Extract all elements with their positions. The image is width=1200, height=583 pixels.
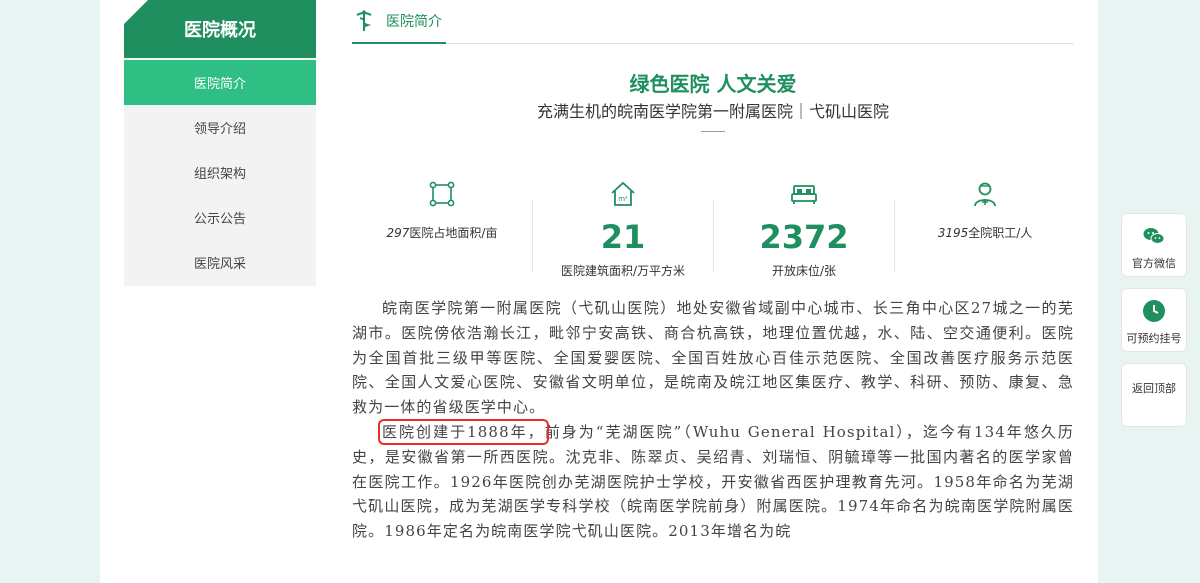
wechat-icon: [1143, 228, 1165, 244]
section-divider: [352, 43, 1074, 44]
stat-staff: 3195全院职工/人: [895, 180, 1075, 280]
intro-article: 皖南医学院第一附属医院（弋矶山医院）地处安徽省域副中心城市、长三角中心区27城之…: [352, 296, 1074, 544]
stat-staff-number: 3195: [937, 226, 969, 240]
stat-building-label: 医院建筑面积/万平方米: [560, 264, 686, 278]
stat-beds-number: 2372: [759, 218, 849, 256]
sidebar-item-hospital-intro[interactable]: 医院简介: [124, 60, 316, 105]
stat-staff-label: 3195全院职工/人: [895, 224, 1075, 241]
sidebar-item-gallery[interactable]: 医院风采: [124, 240, 316, 285]
area-icon: [429, 181, 455, 207]
stat-area-label: 297医院占地面积/亩: [352, 224, 532, 241]
stat-area: 297医院占地面积/亩: [352, 180, 532, 280]
doctor-icon: [974, 182, 996, 207]
intro-paragraph-1: 皖南医学院第一附属医院（弋矶山医院）地处安徽省域副中心城市、长三角中心区27城之…: [352, 299, 1074, 417]
svg-text:m²: m²: [618, 195, 628, 203]
sidebar-title: 医院概况: [124, 0, 316, 58]
stat-area-number: 297: [386, 226, 410, 240]
section-header: 医院简介: [352, 0, 446, 44]
sidebar-item-leaders[interactable]: 领导介绍: [124, 105, 316, 150]
intro-paragraph-2: 医院创建于1888年，前身为“芜湖医院”（Wuhu General Hospit…: [352, 418, 1074, 544]
section-title: 医院简介: [386, 14, 442, 30]
sidebar-item-announcements[interactable]: 公示公告: [124, 195, 316, 240]
page-container: 医院概况 医院简介 领导介绍 组织架构 公示公告 医院风采 医院简介 绿色医院 …: [100, 0, 1098, 583]
caduceus-icon: [356, 10, 372, 31]
wechat-tool[interactable]: 官方微信: [1121, 213, 1187, 277]
stat-staff-unit: 全院职工/人: [968, 226, 1033, 240]
highlighted-founding-year: 医院创建于1888年，: [378, 418, 549, 445]
appointment-label: 可预约挂号: [1126, 332, 1182, 345]
stat-building-area: m² 21 医院建筑面积/万平方米: [533, 180, 713, 280]
stat-area-unit: 医院占地面积/亩: [409, 226, 498, 240]
headline-title: 绿色医院 人文关爱: [629, 72, 797, 96]
back-to-top-button[interactable]: 返回顶部: [1121, 363, 1187, 427]
sidebar: 医院概况 医院简介 领导介绍 组织架构 公示公告 医院风采: [124, 0, 316, 286]
headline-subtitle: 充满生机的皖南医学院第一附属医院｜弋矶山医院: [536, 102, 889, 121]
stat-beds-label: 开放床位/张: [771, 264, 837, 278]
building-icon: m²: [611, 181, 635, 206]
main-content: 医院简介 绿色医院 人文关爱 充满生机的皖南医学院第一附属医院｜弋矶山医院 29…: [352, 0, 1074, 583]
stats-row: 297医院占地面积/亩 m² 21 医院建筑面积/万平方米 2372 开放床位/…: [352, 180, 1074, 280]
appointment-tool[interactable]: 可预约挂号: [1121, 288, 1187, 352]
headline-divider: [701, 131, 725, 132]
wechat-label: 官方微信: [1132, 257, 1176, 270]
bed-icon: [791, 185, 817, 204]
sidebar-item-organization[interactable]: 组织架构: [124, 150, 316, 195]
back-to-top-label: 返回顶部: [1132, 382, 1176, 395]
stat-beds: 2372 开放床位/张: [714, 180, 894, 280]
stat-building-number: 21: [600, 218, 646, 256]
clock-icon: [1143, 300, 1165, 322]
